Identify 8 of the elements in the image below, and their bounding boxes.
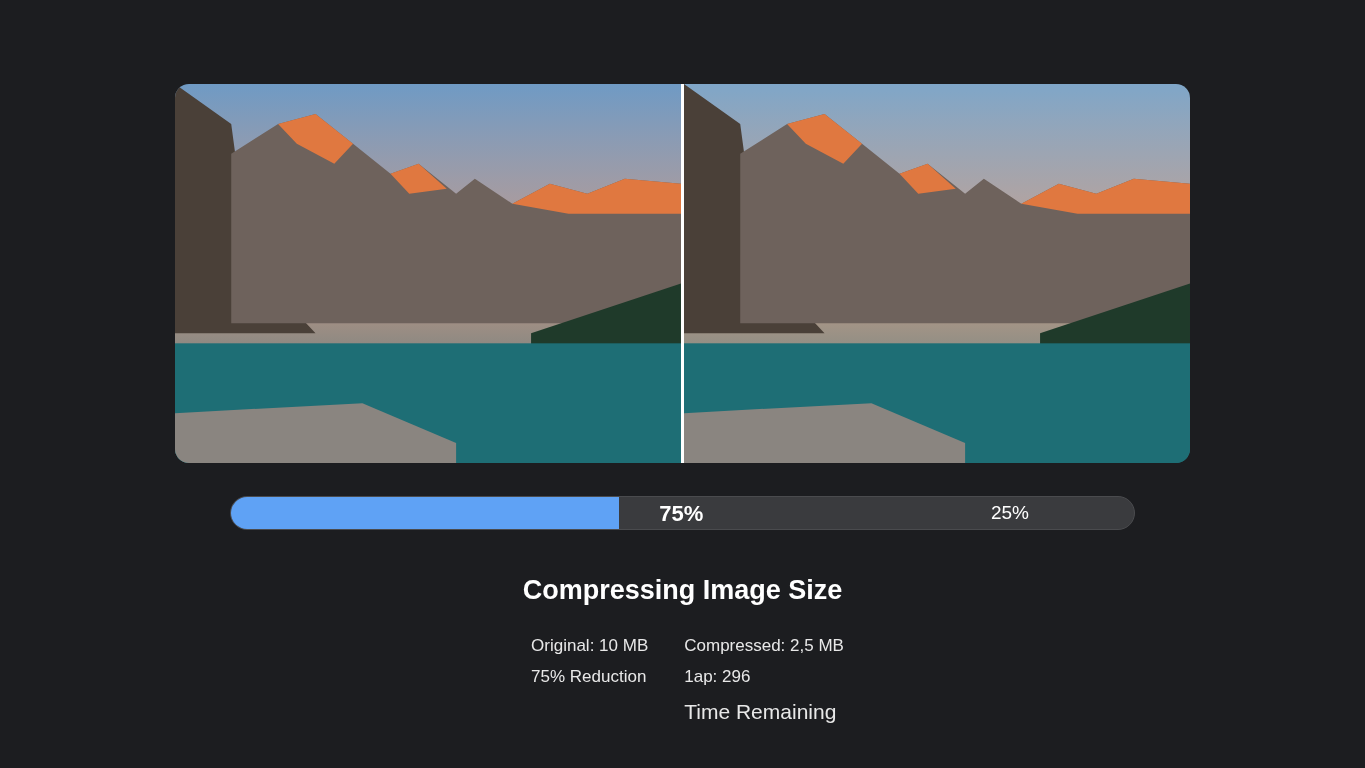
progress-percent: 75% [659, 499, 704, 528]
status-title: Compressing Image Size [522, 574, 843, 607]
stat-text: 75% Reduction [531, 666, 648, 688]
remaining-percent: 25% [990, 500, 1029, 525]
stat-text: Compressed: 2,5 MB [684, 634, 844, 657]
stat-text: Original: 10 MB [531, 634, 649, 657]
stat-text: Time Remaining [684, 698, 838, 725]
stat-text: 1ap: 296 [684, 666, 752, 688]
